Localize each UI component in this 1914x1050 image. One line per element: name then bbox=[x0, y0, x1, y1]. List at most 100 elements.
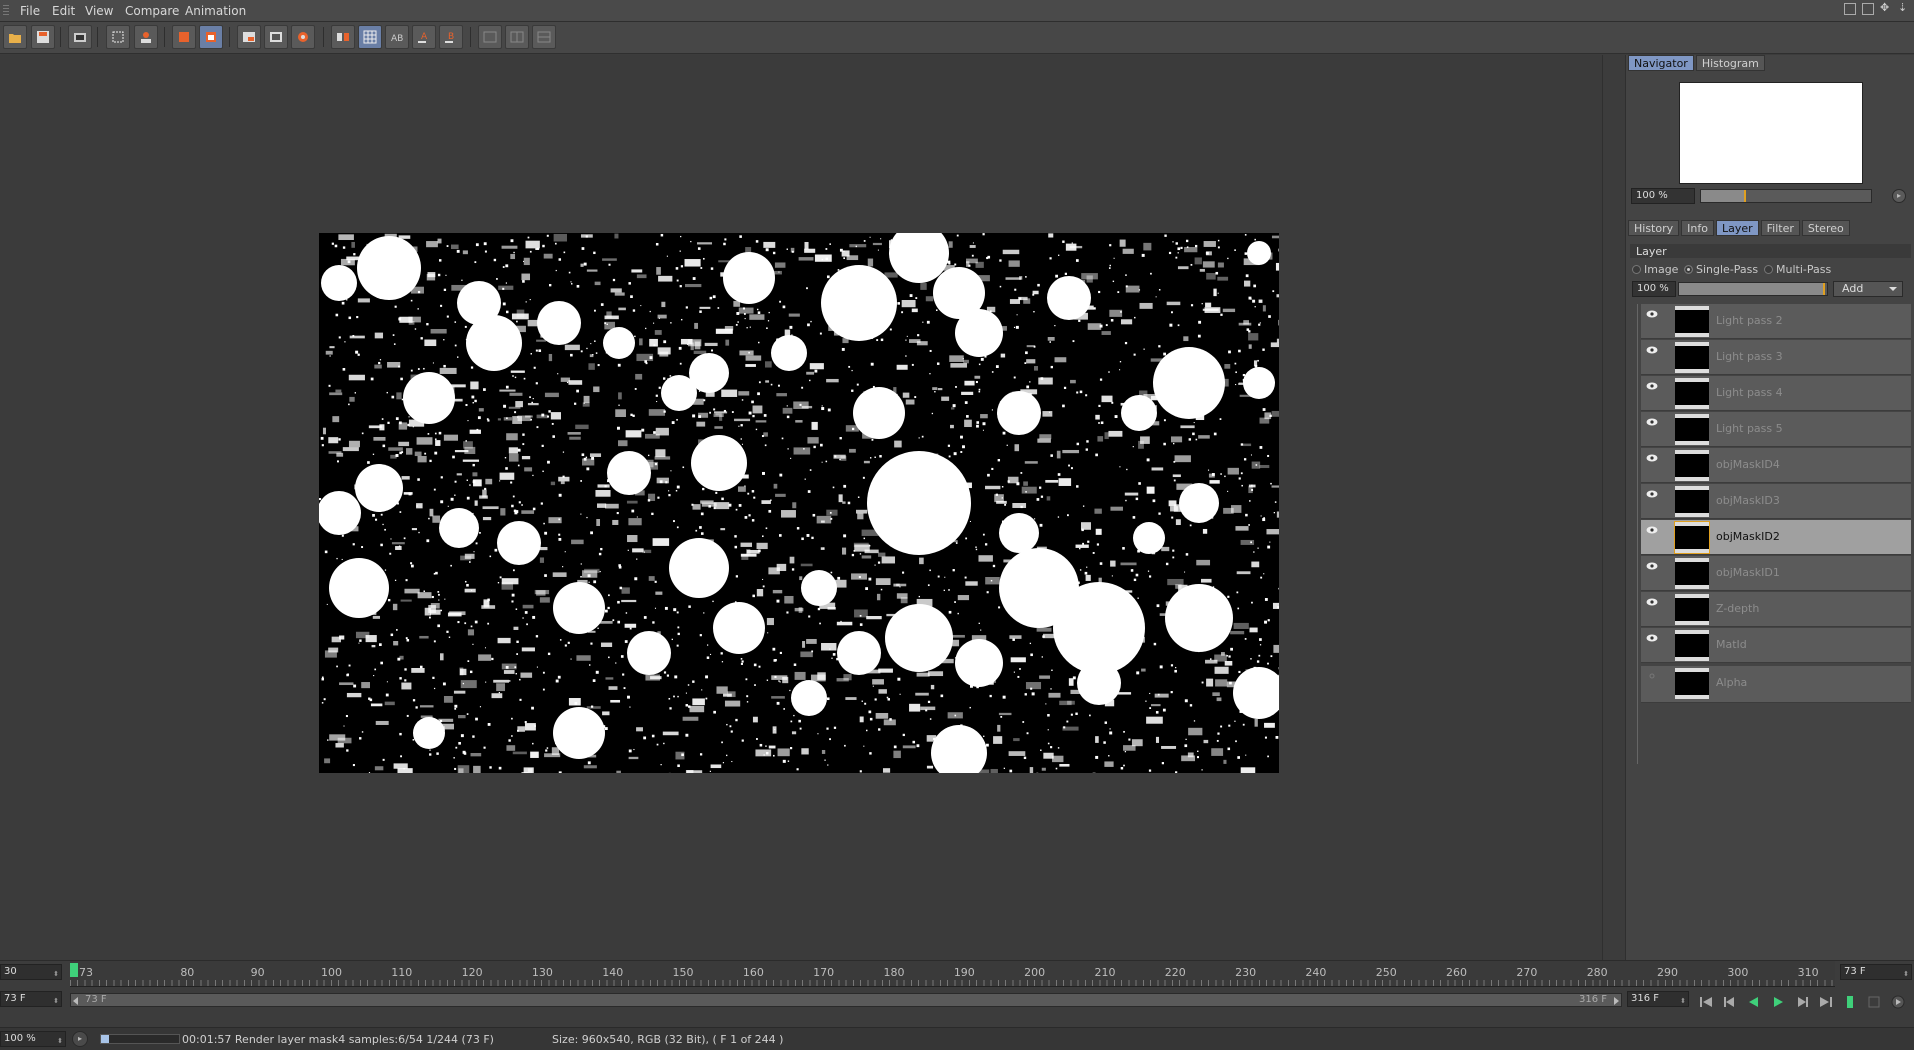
region-button[interactable] bbox=[106, 25, 130, 49]
layer-name: objMaskID1 bbox=[1716, 566, 1780, 579]
ab-button[interactable]: AB bbox=[385, 25, 409, 49]
eye-icon[interactable] bbox=[1646, 526, 1658, 534]
layer-row[interactable]: Light pass 4 bbox=[1641, 376, 1911, 411]
eye-hidden-icon[interactable] bbox=[1646, 672, 1658, 680]
mode-single-pass-radio[interactable]: Single-Pass bbox=[1684, 263, 1758, 276]
menu-view[interactable]: View bbox=[85, 4, 113, 18]
tab-layer[interactable]: Layer bbox=[1715, 220, 1759, 236]
dock-icon[interactable]: ⇣ bbox=[1898, 2, 1910, 15]
eye-icon[interactable] bbox=[1646, 490, 1658, 498]
layer-opacity-field[interactable]: 100 % bbox=[1632, 281, 1676, 297]
tab-info[interactable]: Info bbox=[1681, 220, 1714, 236]
navigator-thumbnail[interactable] bbox=[1679, 82, 1863, 184]
tab-history[interactable]: History bbox=[1628, 220, 1680, 236]
navigator-zoom-slider[interactable] bbox=[1700, 189, 1872, 203]
compare-button[interactable] bbox=[331, 25, 355, 49]
eye-icon[interactable] bbox=[1646, 634, 1658, 642]
status-play-icon[interactable]: ▸ bbox=[72, 1031, 88, 1047]
ruler-label: 100 bbox=[320, 966, 342, 979]
view-a-button[interactable] bbox=[237, 25, 261, 49]
tab-histogram[interactable]: Histogram bbox=[1695, 55, 1765, 71]
play-forward-button[interactable] bbox=[1769, 995, 1787, 1009]
status-bar: 100 % ⬍ ▸ 00:01:57 Render layer mask4 sam… bbox=[0, 1027, 1914, 1050]
eye-icon[interactable] bbox=[1646, 382, 1658, 390]
play-backward-button[interactable] bbox=[1745, 995, 1763, 1009]
eye-icon[interactable] bbox=[1646, 346, 1658, 354]
view-c-button[interactable] bbox=[291, 25, 315, 49]
loop-button[interactable] bbox=[1841, 995, 1859, 1009]
end-frame-field[interactable]: 316 F ⬍ bbox=[1627, 991, 1689, 1007]
tab-stereo[interactable]: Stereo bbox=[1801, 220, 1850, 236]
frame-range-bar[interactable]: 73 F 316 F bbox=[70, 993, 1622, 1007]
radio-single-pass-icon bbox=[1684, 265, 1693, 274]
layer-row[interactable]: MatId bbox=[1641, 628, 1911, 663]
menu-compare[interactable]: Compare bbox=[125, 4, 179, 18]
eye-icon[interactable] bbox=[1646, 562, 1658, 570]
mode-multi-pass-radio[interactable]: Multi-Pass bbox=[1764, 263, 1831, 276]
render-viewport[interactable] bbox=[0, 55, 1603, 960]
radio-image-icon bbox=[1632, 265, 1641, 274]
layer-row[interactable]: objMaskID4 bbox=[1641, 448, 1911, 483]
current-frame-field[interactable]: 73 F ⬍ bbox=[0, 991, 62, 1007]
split-2-button[interactable] bbox=[505, 25, 529, 49]
tab-navigator[interactable]: Navigator bbox=[1628, 55, 1694, 71]
layer-row[interactable]: objMaskID2 bbox=[1641, 520, 1911, 555]
split-3-button[interactable] bbox=[532, 25, 556, 49]
step-back-button[interactable] bbox=[1721, 995, 1739, 1009]
marker-a-button[interactable]: A bbox=[412, 25, 436, 49]
split-1-button[interactable] bbox=[478, 25, 502, 49]
add-layer-button[interactable]: Add bbox=[1833, 281, 1903, 297]
play-backward-icon bbox=[1749, 997, 1758, 1007]
layer-name: Light pass 2 bbox=[1716, 314, 1783, 327]
layer-row[interactable]: Light pass 5 bbox=[1641, 412, 1911, 447]
menu-file[interactable]: File bbox=[20, 4, 40, 18]
status-zoom-field[interactable]: 100 % ⬍ bbox=[0, 1031, 66, 1047]
ruler-label: 300 bbox=[1727, 966, 1749, 979]
layer-row[interactable]: Z-depth bbox=[1641, 592, 1911, 627]
layer-row[interactable]: Light pass 2 bbox=[1641, 304, 1911, 339]
render-image[interactable] bbox=[319, 233, 1279, 773]
record-button[interactable] bbox=[1865, 995, 1883, 1009]
maximize-icon[interactable] bbox=[1862, 3, 1874, 15]
layer-opacity-slider[interactable] bbox=[1678, 282, 1828, 296]
eye-icon[interactable] bbox=[1646, 310, 1658, 318]
navigator-zoom-field[interactable]: 100 % bbox=[1631, 188, 1695, 204]
current-frame-value: 73 F bbox=[4, 993, 26, 1004]
tab-filter[interactable]: Filter bbox=[1760, 220, 1800, 236]
user-button[interactable] bbox=[134, 25, 158, 49]
menu-bar: File Edit View Compare Animation ✥ ⇣ bbox=[0, 0, 1914, 22]
move-icon[interactable]: ✥ bbox=[1880, 2, 1892, 15]
right-frame-field[interactable]: 73 F ⬍ bbox=[1840, 964, 1912, 980]
range-right-arrow-icon[interactable] bbox=[1614, 997, 1619, 1005]
panel-layout-icon[interactable] bbox=[1844, 3, 1856, 15]
marker-b-button[interactable]: B bbox=[439, 25, 463, 49]
layer-row[interactable]: objMaskID1 bbox=[1641, 556, 1911, 591]
layers-button[interactable] bbox=[172, 25, 196, 49]
timeline-ruler[interactable]: 80 90 100 110 120 130 140 150 160 170 180 190 200 210… bbox=[70, 961, 1835, 987]
step-forward-button[interactable] bbox=[1793, 995, 1811, 1009]
menu-edit[interactable]: Edit bbox=[52, 4, 75, 18]
layer-stack-button[interactable] bbox=[199, 25, 223, 49]
eye-icon[interactable] bbox=[1646, 454, 1658, 462]
mode-image-radio[interactable]: Image bbox=[1632, 263, 1678, 276]
eye-icon[interactable] bbox=[1646, 418, 1658, 426]
menu-animation[interactable]: Animation bbox=[185, 4, 246, 18]
fps-field[interactable]: 30 ⬍ bbox=[0, 964, 62, 980]
layer-row[interactable]: objMaskID3 bbox=[1641, 484, 1911, 519]
eye-icon[interactable] bbox=[1646, 598, 1658, 606]
ruler-label: 160 bbox=[742, 966, 764, 979]
view-b-button[interactable] bbox=[264, 25, 288, 49]
range-left-arrow-icon[interactable] bbox=[73, 997, 78, 1005]
render-button[interactable] bbox=[68, 25, 92, 49]
timeline-options-button[interactable] bbox=[1889, 995, 1907, 1009]
grid-button[interactable] bbox=[358, 25, 382, 49]
navigator-play-icon[interactable]: ▸ bbox=[1892, 189, 1906, 203]
go-to-start-button[interactable] bbox=[1697, 995, 1715, 1009]
layer-row[interactable]: Light pass 3 bbox=[1641, 340, 1911, 375]
layer-row[interactable]: Alpha bbox=[1641, 666, 1911, 703]
go-to-end-button[interactable] bbox=[1817, 995, 1835, 1009]
layer-opacity-value: 100 % bbox=[1637, 283, 1669, 294]
open-button[interactable] bbox=[3, 25, 27, 49]
save-button[interactable] bbox=[31, 25, 55, 49]
playhead[interactable] bbox=[70, 963, 78, 977]
